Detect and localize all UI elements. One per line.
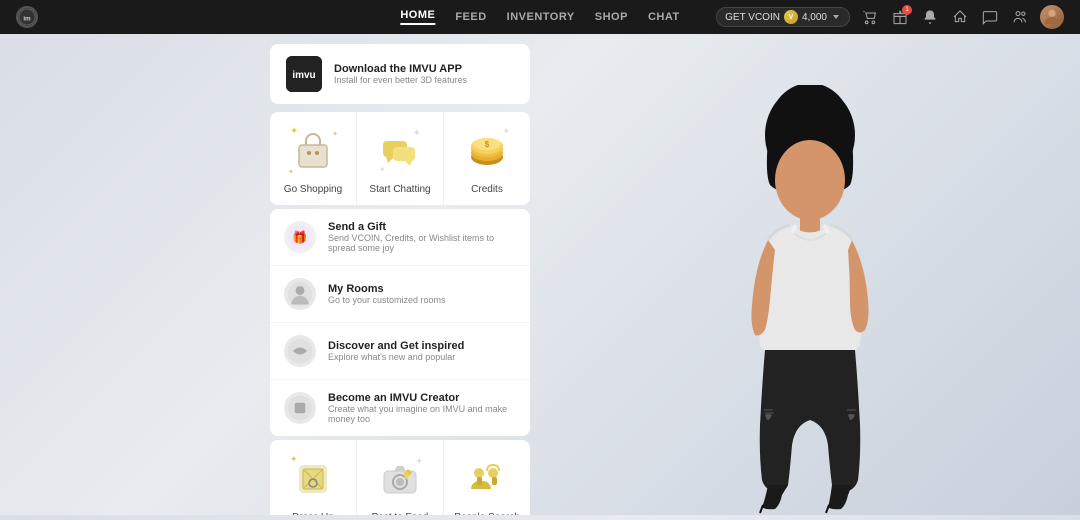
- chevron-down-icon: [831, 12, 841, 22]
- creator-item[interactable]: Become an IMVU Creator Create what you i…: [270, 380, 530, 436]
- nav-links: HOME FEED INVENTORY SHOP CHAT: [400, 9, 679, 25]
- nav-chat[interactable]: CHAT: [648, 11, 680, 23]
- nav-logo[interactable]: im: [16, 6, 38, 28]
- people-search-icon-wrap: [462, 454, 512, 504]
- svg-text:🎁: 🎁: [292, 229, 307, 244]
- sparkle-icon: ✦: [415, 456, 423, 467]
- notifications-button[interactable]: [920, 7, 940, 27]
- vcoin-amount: 4,000: [802, 12, 827, 23]
- chatting-icon-wrap: ✦ ✦: [375, 126, 425, 176]
- send-gift-title: Send a Gift: [328, 221, 516, 233]
- download-banner[interactable]: imvu Download the IMVU APP Install for e…: [270, 44, 530, 104]
- home-icon: [952, 9, 968, 25]
- imvu-app-logo: imvu: [286, 56, 322, 92]
- nav-shop[interactable]: SHOP: [595, 11, 628, 23]
- creator-subtitle: Create what you imagine on IMVU and make…: [328, 404, 516, 424]
- home-button[interactable]: [950, 7, 970, 27]
- send-gift-subtitle: Send VCOIN, Credits, or Wishlist items t…: [328, 233, 516, 253]
- creator-title: Become an IMVU Creator: [328, 392, 516, 404]
- nav-inventory[interactable]: INVENTORY: [507, 11, 575, 23]
- cart-button[interactable]: [860, 7, 880, 27]
- sparkle-icon: ✦: [379, 165, 386, 174]
- start-chatting-label: Start Chatting: [369, 184, 430, 195]
- send-gift-text: Send a Gift Send VCOIN, Credits, or Wish…: [328, 221, 516, 253]
- friends-button[interactable]: [1010, 7, 1030, 27]
- people-search-icon: [465, 457, 509, 501]
- dress-up-card[interactable]: ✦ Dress Up: [270, 440, 357, 515]
- my-rooms-item[interactable]: My Rooms Go to your customized rooms: [270, 266, 530, 323]
- gift-button[interactable]: 1: [890, 7, 910, 27]
- avatar-svg: [700, 85, 920, 515]
- discover-text: Discover and Get inspired Explore what's…: [328, 340, 464, 362]
- free-credits-label: Credits: [471, 184, 503, 195]
- creator-icon-wrap: [284, 392, 316, 424]
- download-title: Download the IMVU APP: [334, 63, 467, 75]
- discover-subtitle: Explore what's new and popular: [328, 352, 464, 362]
- svg-text:im: im: [23, 16, 31, 23]
- nav-home[interactable]: HOME: [400, 9, 435, 25]
- cart-icon: [862, 9, 878, 25]
- post-feed-card[interactable]: ✦ Post to Feed: [357, 440, 444, 515]
- my-rooms-icon-wrap: [284, 278, 316, 310]
- creator-icon: [286, 394, 314, 422]
- vcoin-icon: V: [784, 10, 798, 24]
- my-rooms-subtitle: Go to your customized rooms: [328, 295, 446, 305]
- sparkle-icon: ✦: [502, 126, 510, 137]
- left-panel: imvu Download the IMVU APP Install for e…: [0, 34, 540, 515]
- discover-icon-wrap: [284, 335, 316, 367]
- discover-title: Discover and Get inspired: [328, 340, 464, 352]
- right-avatar-area: [540, 34, 1080, 515]
- people-search-card[interactable]: People Search: [444, 440, 530, 515]
- friends-icon: [1012, 9, 1028, 25]
- rooms-icon: [286, 280, 314, 308]
- free-credits-card[interactable]: ✦ $ Credits: [444, 112, 530, 205]
- download-subtitle: Install for even better 3D features: [334, 75, 467, 85]
- svg-text:$: $: [485, 140, 490, 149]
- sparkle-icon: ✦: [413, 128, 421, 139]
- download-text: Download the IMVU APP Install for even b…: [334, 63, 467, 85]
- top-navigation: im HOME FEED INVENTORY SHOP CHAT GET VCO…: [0, 0, 1080, 34]
- menu-list: 🎁 Send a Gift Send VCOIN, Credits, or Wi…: [270, 209, 530, 436]
- get-vcoin-label: GET VCOIN: [725, 12, 780, 23]
- user-avatar[interactable]: [1040, 5, 1064, 29]
- my-rooms-text: My Rooms Go to your customized rooms: [328, 283, 446, 305]
- bell-icon: [922, 9, 938, 25]
- get-vcoin-button[interactable]: GET VCOIN V 4,000: [716, 7, 850, 27]
- send-gift-item[interactable]: 🎁 Send a Gift Send VCOIN, Credits, or Wi…: [270, 209, 530, 266]
- shopping-icon-wrap: ✦ ✦ ✦: [288, 126, 338, 176]
- start-chatting-card[interactable]: ✦ ✦ Start Chatting: [357, 112, 444, 205]
- imvu-logo-icon: im: [16, 6, 38, 28]
- sparkle-icon: ✦: [290, 454, 298, 465]
- my-rooms-title: My Rooms: [328, 283, 446, 295]
- send-gift-icon-wrap: 🎁: [284, 221, 316, 253]
- creator-text: Become an IMVU Creator Create what you i…: [328, 392, 516, 424]
- chat-nav-icon: [982, 9, 998, 25]
- nav-feed[interactable]: FEED: [455, 11, 486, 23]
- nav-right-area: GET VCOIN V 4,000 1: [716, 5, 1064, 29]
- gift-badge: 1: [902, 5, 912, 15]
- bottom-action-cards: ✦ Dress Up ✦: [270, 440, 530, 515]
- svg-text:imvu: imvu: [292, 70, 315, 81]
- sparkle-icon: ✦: [290, 126, 298, 137]
- avatar-icon: [1041, 6, 1063, 28]
- go-shopping-card[interactable]: ✦ ✦ ✦ Go Shopping: [270, 112, 357, 205]
- gift-menu-icon: 🎁: [286, 223, 314, 251]
- dress-up-icon-wrap: ✦: [288, 454, 338, 504]
- action-cards: ✦ ✦ ✦ Go Shopping ✦ ✦: [270, 112, 530, 205]
- sparkle-icon: ✦: [332, 130, 338, 138]
- go-shopping-label: Go Shopping: [284, 184, 342, 195]
- credits-icon-wrap: ✦ $: [462, 126, 512, 176]
- discover-icon: [286, 337, 314, 365]
- chat-button[interactable]: [980, 7, 1000, 27]
- avatar-figure: [700, 85, 920, 515]
- sparkle-icon: ✦: [288, 168, 294, 176]
- main-content: imvu Download the IMVU APP Install for e…: [0, 34, 1080, 515]
- post-feed-icon-wrap: ✦: [375, 454, 425, 504]
- discover-item[interactable]: Discover and Get inspired Explore what's…: [270, 323, 530, 380]
